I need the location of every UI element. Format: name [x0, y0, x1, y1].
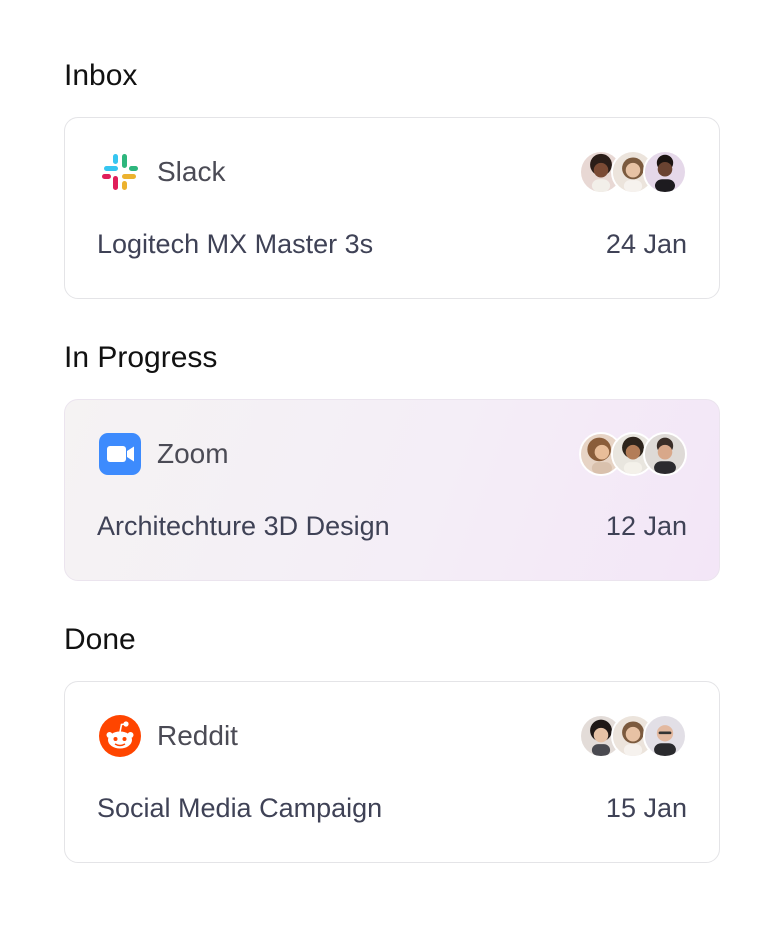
task-date: 15 Jan	[605, 792, 687, 823]
avatar	[643, 150, 687, 194]
assignee-avatars[interactable]	[579, 714, 687, 758]
card-footer: Social Media Campaign 15 Jan	[97, 790, 687, 826]
card-header: Reddit	[99, 714, 687, 758]
task-card-in-progress[interactable]: Zoom Architechture 3D Design 12 Jan	[64, 399, 720, 581]
assignee-avatars[interactable]	[579, 432, 687, 476]
section-title-inbox: Inbox	[64, 59, 138, 92]
card-footer: Logitech MX Master 3s 24 Jan	[97, 226, 687, 262]
section-title-in-progress: In Progress	[64, 341, 218, 374]
app-name: Reddit	[157, 720, 238, 751]
section-title-done: Done	[64, 623, 136, 656]
card-header: Slack	[99, 150, 687, 194]
task-title: Architechture 3D Design	[97, 510, 390, 541]
assignee-avatars[interactable]	[579, 150, 687, 194]
task-card-done[interactable]: Reddit Social Media Campaign 15 Jan	[64, 681, 720, 863]
card-footer: Architechture 3D Design 12 Jan	[97, 508, 687, 544]
task-title: Social Media Campaign	[97, 792, 383, 823]
task-card-inbox[interactable]: Slack Logitech MX Master 3s 24 Jan	[64, 117, 720, 299]
app-name: Slack	[157, 156, 226, 187]
avatar	[643, 714, 687, 758]
reddit-icon	[99, 715, 141, 757]
task-title: Logitech MX Master 3s	[97, 228, 374, 259]
slack-icon	[99, 151, 141, 193]
task-date: 24 Jan	[605, 228, 687, 259]
task-date: 12 Jan	[605, 510, 687, 541]
card-header: Zoom	[99, 432, 687, 476]
zoom-icon	[99, 433, 141, 475]
avatar	[643, 432, 687, 476]
app-name: Zoom	[157, 438, 229, 469]
